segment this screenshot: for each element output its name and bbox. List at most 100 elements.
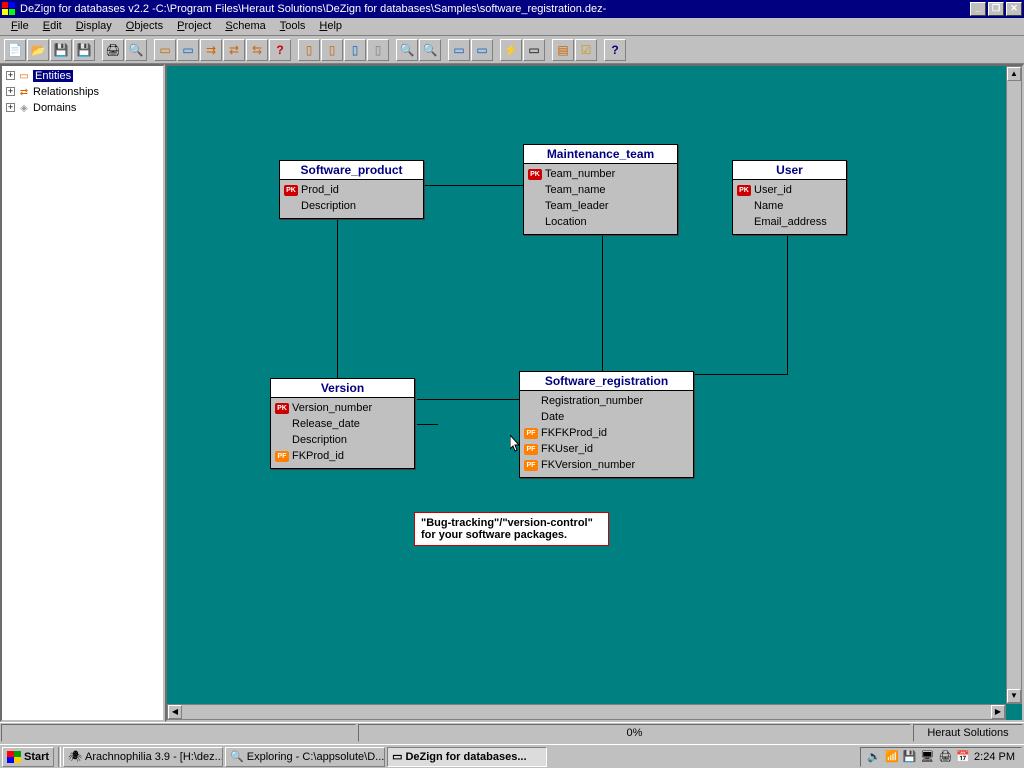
tb-print[interactable]: 🖨 [102, 39, 124, 61]
menu-edit[interactable]: Edit [36, 18, 69, 35]
system-tray[interactable]: 🔊 📶 💾 🖥 🖨 📅 2:24 PM [860, 747, 1022, 767]
entity-attribute[interactable]: PKUser_id [737, 182, 842, 198]
tb-list[interactable]: ▤ [552, 39, 574, 61]
tb-b[interactable]: ▯ [321, 39, 343, 61]
entity-attribute[interactable]: PKVersion_number [275, 400, 410, 416]
entity-attribute[interactable]: Name [737, 198, 842, 214]
scroll-down-button[interactable]: ▼ [1007, 689, 1021, 703]
menu-objects[interactable]: Objects [119, 18, 170, 35]
entity-attribute[interactable]: Description [284, 198, 419, 214]
minimize-button[interactable]: _ [970, 2, 986, 16]
tray-icon[interactable]: 🖥 [920, 750, 934, 763]
tb-open[interactable]: 📂 [27, 39, 49, 61]
entity-attribute[interactable]: PFFKProd_id [275, 448, 410, 464]
menu-project[interactable]: Project [170, 18, 218, 35]
maximize-button[interactable]: ❐ [988, 2, 1004, 16]
tray-icon[interactable]: 💾 [903, 750, 917, 763]
tb-help1[interactable]: ? [269, 39, 291, 61]
entity-title[interactable]: Maintenance_team [524, 145, 677, 164]
tree-panel[interactable]: + ▭ Entities + ⇄ Relationships + ◈ Domai… [0, 64, 165, 722]
tb-help2[interactable]: ? [604, 39, 626, 61]
entity-attribute[interactable]: Date [524, 409, 689, 425]
menu-schema[interactable]: Schema [218, 18, 272, 35]
tb-c[interactable]: ▯ [344, 39, 366, 61]
tb-entity[interactable]: ▭ [154, 39, 176, 61]
attribute-label: FKUser_id [541, 443, 593, 455]
expand-icon[interactable]: + [6, 103, 15, 112]
entity-attribute[interactable]: Team_name [528, 182, 673, 198]
entity-attribute[interactable]: Release_date [275, 416, 410, 432]
menubar: File Edit Display Objects Project Schema… [0, 18, 1024, 36]
tray-icon[interactable]: 🖨 [938, 750, 952, 763]
entity-attribute[interactable]: PFFKUser_id [524, 441, 689, 457]
tree-item-relationships[interactable]: + ⇄ Relationships [4, 84, 161, 99]
entity-attribute[interactable]: Email_address [737, 214, 842, 230]
tray-icon[interactable]: 📅 [956, 750, 970, 763]
entity-attribute[interactable]: PFFKFKProd_id [524, 425, 689, 441]
entity-version[interactable]: Version PKVersion_numberRelease_dateDescr… [270, 378, 415, 469]
entity-user[interactable]: User PKUser_idNameEmail_address [732, 160, 847, 235]
clock[interactable]: 2:24 PM [974, 751, 1015, 763]
expand-icon[interactable]: + [6, 87, 15, 96]
tb-zoomout[interactable]: 🔍 [396, 39, 418, 61]
entity-title[interactable]: Software_registration [520, 372, 693, 391]
diagram-canvas[interactable]: ▲ ▼ ◀ ▶ Software_productPKProd_idDescrip… [165, 64, 1024, 722]
start-label: Start [24, 751, 49, 763]
task-exploring[interactable]: 🔍Exploring - C:\appsolute\D... [225, 747, 385, 767]
menu-tools[interactable]: Tools [273, 18, 313, 35]
close-button[interactable]: ✕ [1006, 2, 1022, 16]
task-arachnophilia[interactable]: 🕷Arachnophilia 3.9 - [H:\dez... [63, 747, 223, 767]
tree-item-domains[interactable]: + ◈ Domains [4, 100, 161, 115]
entity-attribute[interactable]: PKProd_id [284, 182, 419, 198]
entity-title[interactable]: Version [271, 379, 414, 398]
tb-zoomin[interactable]: 🔍 [419, 39, 441, 61]
tb-rel3[interactable]: ⇆ [246, 39, 268, 61]
start-button[interactable]: Start [2, 747, 54, 767]
menu-file[interactable]: File [4, 18, 36, 35]
vertical-scrollbar[interactable]: ▲ ▼ [1006, 66, 1022, 704]
entity-attribute[interactable]: PFFKVersion_number [524, 457, 689, 473]
scroll-right-button[interactable]: ▶ [991, 705, 1005, 719]
entity-attribute[interactable]: Description [275, 432, 410, 448]
tray-icon[interactable]: 📶 [885, 750, 899, 763]
menu-help[interactable]: Help [312, 18, 349, 35]
tb-g[interactable]: ▭ [523, 39, 545, 61]
entity-attribute[interactable]: Team_leader [528, 198, 673, 214]
entity-attribute[interactable]: Location [528, 214, 673, 230]
tb-preview[interactable]: 🔍 [125, 39, 147, 61]
attribute-label: FKFKProd_id [541, 427, 607, 439]
scroll-left-button[interactable]: ◀ [168, 705, 182, 719]
tb-attr[interactable]: ▭ [177, 39, 199, 61]
tb-rel1[interactable]: ⇉ [200, 39, 222, 61]
tree-label[interactable]: Relationships [33, 86, 99, 98]
entity-title[interactable]: Software_product [280, 161, 423, 180]
entity-software_product[interactable]: Software_product PKProd_idDescription [279, 160, 424, 219]
fk-badge-icon: PF [524, 460, 538, 471]
tb-a[interactable]: ▯ [298, 39, 320, 61]
tree-label[interactable]: Entities [33, 70, 73, 82]
tb-f[interactable]: ▭ [471, 39, 493, 61]
task-dezign[interactable]: ▭DeZign for databases... [387, 747, 547, 767]
scroll-up-button[interactable]: ▲ [1007, 67, 1021, 81]
tree-label[interactable]: Domains [33, 102, 76, 114]
tree-item-entities[interactable]: + ▭ Entities [4, 68, 161, 83]
tb-e[interactable]: ▭ [448, 39, 470, 61]
note-box[interactable]: "Bug-tracking"/"version-control" for you… [414, 512, 609, 546]
entity-maintenance_team[interactable]: Maintenance_team PKTeam_numberTeam_nameTe… [523, 144, 678, 235]
tb-rel2[interactable]: ⇄ [223, 39, 245, 61]
tb-lightning[interactable]: ⚡ [500, 39, 522, 61]
tb-d[interactable]: ▯ [367, 39, 389, 61]
fk-badge-icon: PF [524, 428, 538, 439]
tb-saveall[interactable]: 💾 [73, 39, 95, 61]
tb-new[interactable]: 📄 [4, 39, 26, 61]
entity-attribute[interactable]: PKTeam_number [528, 166, 673, 182]
entity-software_registration[interactable]: Software_registration Registration_number… [519, 371, 694, 478]
tb-save[interactable]: 💾 [50, 39, 72, 61]
expand-icon[interactable]: + [6, 71, 15, 80]
entity-attribute[interactable]: Registration_number [524, 393, 689, 409]
horizontal-scrollbar[interactable]: ◀ ▶ [167, 704, 1006, 720]
tray-icon[interactable]: 🔊 [867, 750, 881, 763]
tb-check[interactable]: ☑ [575, 39, 597, 61]
entity-title[interactable]: User [733, 161, 846, 180]
menu-display[interactable]: Display [69, 18, 119, 35]
